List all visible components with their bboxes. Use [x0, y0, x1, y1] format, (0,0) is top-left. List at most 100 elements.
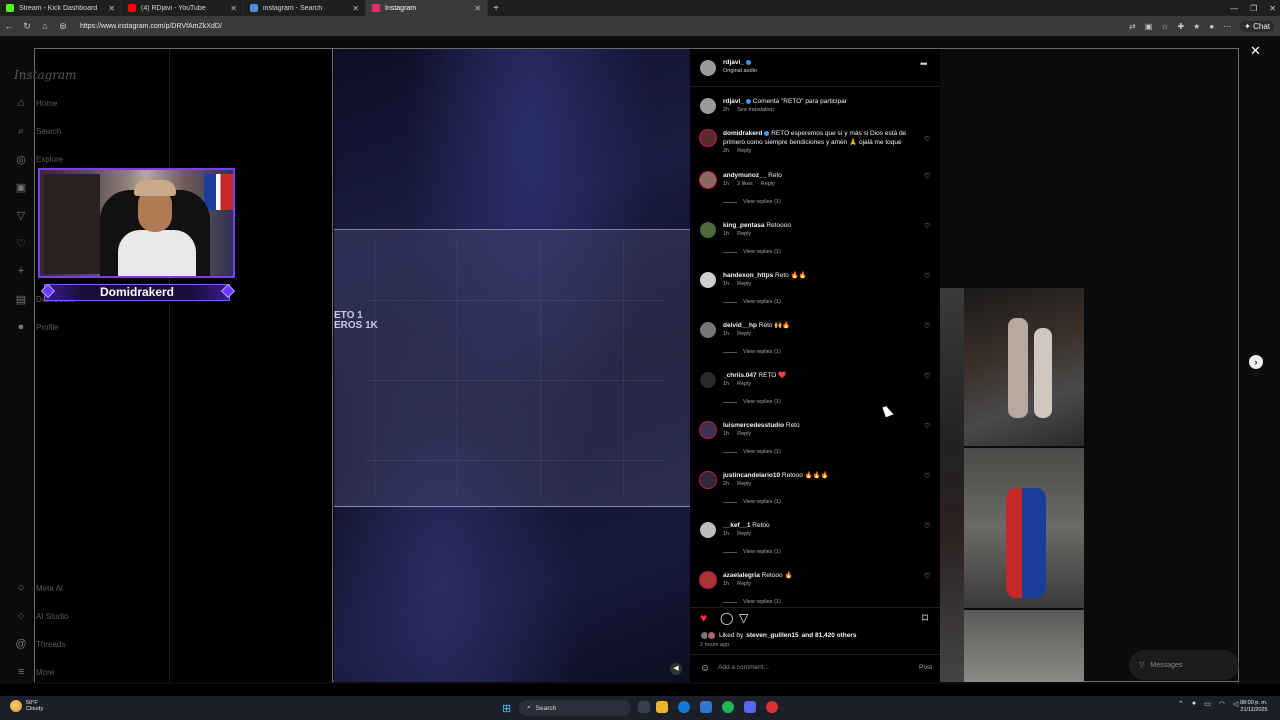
reply-button[interactable]: Reply: [737, 481, 751, 487]
comment-username[interactable]: _chriis.047: [723, 372, 757, 379]
view-replies-button[interactable]: View replies (1): [723, 199, 781, 205]
comment-likes[interactable]: 2 likes: [737, 181, 753, 187]
avatar[interactable]: [700, 522, 716, 538]
taskbar-search[interactable]: ⌕ Search: [519, 700, 631, 716]
view-replies-button[interactable]: View replies (1): [723, 549, 781, 555]
avatar[interactable]: [700, 322, 716, 338]
comment-username[interactable]: justincandelario10: [723, 472, 780, 479]
reply-button[interactable]: Reply: [737, 281, 751, 287]
star-icon[interactable]: ☆: [1161, 22, 1168, 31]
avatar[interactable]: [700, 222, 716, 238]
sidebar-item-threads[interactable]: @ Threads: [14, 638, 65, 650]
like-comment-icon[interactable]: ♡: [924, 372, 930, 380]
view-replies-button[interactable]: View replies (1): [723, 299, 781, 305]
avatar[interactable]: [700, 372, 716, 388]
tab-instagram-search[interactable]: instagram - Search ✕: [244, 0, 366, 16]
view-replies-button[interactable]: View replies (1): [723, 449, 781, 455]
bookmark-icon[interactable]: ⌑: [922, 611, 928, 625]
feed-thumbnail[interactable]: [940, 288, 964, 682]
avatar[interactable]: [700, 98, 716, 114]
sidebar-item-search[interactable]: ⌕ Search: [14, 125, 61, 138]
reply-button[interactable]: Reply: [737, 381, 751, 387]
extension-icon[interactable]: ▣: [1145, 22, 1153, 31]
back-icon[interactable]: ←: [0, 21, 18, 31]
avatar[interactable]: [700, 130, 716, 146]
url-field[interactable]: https://www.instagram.com/p/DRVfAmZkXdD/: [80, 23, 222, 30]
view-replies-button[interactable]: View replies (1): [723, 599, 781, 605]
mute-button[interactable]: ◀: [670, 663, 682, 675]
reply-button[interactable]: Reply: [737, 581, 751, 587]
close-tab-icon[interactable]: ✕: [352, 4, 359, 13]
network-icon[interactable]: ▭: [1204, 700, 1211, 708]
more-icon[interactable]: ⋯: [1223, 22, 1231, 31]
reload-icon[interactable]: ↻: [18, 21, 36, 32]
messages-button[interactable]: ▽ Messages: [1129, 650, 1239, 680]
like-heart-icon[interactable]: ♥: [700, 611, 707, 625]
comment-icon[interactable]: ◯: [720, 611, 733, 625]
caption-author[interactable]: rdjavi_: [723, 98, 744, 105]
sidebar-item-profile[interactable]: ● Profile: [14, 321, 59, 333]
sidebar-item-notifications[interactable]: ♡: [14, 237, 28, 250]
reply-button[interactable]: Reply: [737, 231, 751, 237]
reply-button[interactable]: Reply: [737, 531, 751, 537]
comment-username[interactable]: andymunoz__: [723, 172, 766, 179]
avatar[interactable]: [700, 60, 716, 76]
post-author[interactable]: rdjavi_: [723, 59, 751, 66]
file-explorer-icon[interactable]: [656, 701, 668, 713]
home-icon[interactable]: ⌂: [36, 21, 54, 31]
close-tab-icon[interactable]: ✕: [108, 4, 115, 13]
like-comment-icon[interactable]: ♡: [924, 222, 930, 230]
microphone-icon[interactable]: ●: [1192, 700, 1196, 708]
wifi-icon[interactable]: ◠: [1219, 700, 1225, 708]
edge-icon[interactable]: [678, 701, 690, 713]
comment-input[interactable]: [718, 664, 888, 671]
like-comment-icon[interactable]: ♡: [924, 522, 930, 530]
avatar[interactable]: [700, 422, 716, 438]
site-info-icon[interactable]: ⊜: [54, 21, 72, 32]
feed-thumbnail[interactable]: [964, 448, 1084, 608]
sidebar-item-more[interactable]: ≡ More: [14, 666, 54, 678]
comment-username[interactable]: domidrakerd: [723, 130, 762, 137]
reply-button[interactable]: Reply: [737, 148, 751, 154]
reply-button[interactable]: Reply: [761, 181, 775, 187]
comments-list[interactable]: rdjavi_ Comenta "RETO" para participar 2…: [690, 87, 940, 607]
like-comment-icon[interactable]: ♡: [924, 472, 930, 480]
task-view-icon[interactable]: [638, 701, 650, 713]
like-comment-icon[interactable]: ♡: [924, 572, 930, 580]
view-replies-button[interactable]: View replies (1): [723, 249, 781, 255]
liked-by-user[interactable]: steven_guillen15: [746, 632, 798, 639]
profile-icon[interactable]: ●: [1209, 22, 1214, 31]
store-icon[interactable]: [700, 701, 712, 713]
instagram-logo[interactable]: Instagram: [14, 68, 77, 82]
like-comment-icon[interactable]: ♡: [924, 322, 930, 330]
chat-button[interactable]: ✦ Chat: [1240, 20, 1274, 32]
feed-thumbnail[interactable]: [964, 610, 1084, 682]
see-translation-link[interactable]: See translation: [737, 107, 774, 113]
tab-kick-dashboard[interactable]: Stream - Kick Dashboard ✕: [0, 0, 122, 16]
new-tab-button[interactable]: +: [488, 3, 504, 14]
view-replies-button[interactable]: View replies (1): [723, 349, 781, 355]
close-window-icon[interactable]: ✕: [1269, 4, 1276, 13]
weather-widget[interactable]: 50°F Cloudy: [10, 700, 43, 712]
translate-icon[interactable]: ⇄: [1129, 22, 1136, 31]
post-video[interactable]: ETO 1 EROS 1K ◀: [334, 49, 690, 682]
reply-button[interactable]: Reply: [737, 431, 751, 437]
minimize-icon[interactable]: —: [1230, 4, 1238, 13]
app-icon[interactable]: [744, 701, 756, 713]
comment-username[interactable]: azaelalegria: [723, 572, 760, 579]
puzzle-icon[interactable]: ✚: [1177, 22, 1184, 31]
view-replies-button[interactable]: View replies (1): [723, 399, 781, 405]
avatar[interactable]: [700, 172, 716, 188]
share-icon[interactable]: ▽: [739, 611, 748, 625]
comment-username[interactable]: king_pentasa: [723, 222, 765, 229]
next-post-button[interactable]: ›: [1249, 355, 1263, 369]
tab-instagram[interactable]: Instagram ✕: [366, 0, 488, 16]
close-icon[interactable]: ✕: [1250, 43, 1261, 59]
clock[interactable]: 08:00 p. m. 21/11/2025: [1240, 700, 1268, 714]
sidebar-item-reels[interactable]: ▣: [14, 181, 28, 194]
liked-by-others[interactable]: and 81,420 others: [802, 632, 857, 639]
restore-icon[interactable]: ❐: [1250, 4, 1257, 13]
emoji-icon[interactable]: ☺: [700, 663, 710, 674]
like-comment-icon[interactable]: ♡: [924, 135, 930, 143]
comment-username[interactable]: luismercedesstudio: [723, 422, 784, 429]
